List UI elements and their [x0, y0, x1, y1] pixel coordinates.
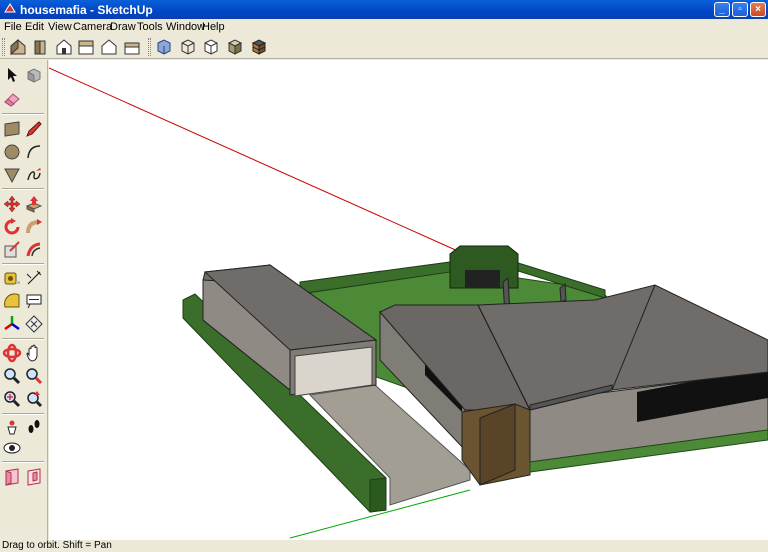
close-button[interactable]: × [750, 2, 766, 17]
make-component-icon[interactable] [24, 65, 44, 85]
previous-view-icon[interactable] [24, 389, 44, 409]
toolbar-separator [2, 113, 44, 115]
offset-icon[interactable] [24, 240, 44, 260]
right-view-icon[interactable] [76, 37, 96, 57]
minimize-button[interactable]: _ [714, 2, 730, 17]
left-view-icon[interactable] [122, 37, 142, 57]
front-view-icon[interactable] [54, 37, 74, 57]
zoom-extents-icon[interactable] [2, 389, 22, 409]
section-display-icon[interactable] [24, 467, 44, 487]
hidden-line-style-icon[interactable] [201, 37, 221, 57]
push-pull-icon[interactable] [24, 194, 44, 214]
hedge-end [369, 477, 387, 513]
pan-icon[interactable] [24, 343, 44, 363]
polygon-icon[interactable] [2, 165, 22, 185]
arc-icon[interactable] [24, 142, 44, 162]
tape-measure-icon[interactable] [2, 268, 22, 288]
eraser-icon[interactable] [2, 89, 22, 109]
sketchup-app-icon [4, 3, 16, 13]
xray-style-icon[interactable] [154, 37, 174, 57]
text-icon[interactable] [24, 291, 44, 311]
shaded-style-icon[interactable] [225, 37, 245, 57]
red-axis [49, 67, 461, 253]
move-icon[interactable] [2, 194, 22, 214]
iso-view-icon[interactable] [8, 37, 28, 57]
protractor-icon[interactable] [2, 291, 22, 311]
menu-view[interactable]: View [48, 21, 72, 33]
model-viewport[interactable] [49, 60, 768, 540]
views-toolbar [0, 35, 768, 59]
back-view-icon[interactable] [99, 37, 119, 57]
menu-help[interactable]: Help [202, 21, 225, 33]
pencil-icon[interactable] [24, 119, 44, 139]
zoom-icon[interactable] [2, 366, 22, 386]
shaded-textures-style-icon[interactable] [249, 37, 269, 57]
menu-camera[interactable]: Camera [73, 21, 112, 33]
toolbar-separator [2, 461, 44, 463]
menu-draw[interactable]: Draw [110, 21, 136, 33]
zoom-window-icon[interactable] [24, 366, 44, 386]
circle-icon[interactable] [2, 142, 22, 162]
rectangle-icon[interactable] [2, 119, 22, 139]
select-icon[interactable] [2, 65, 22, 85]
menu-edit[interactable]: Edit [25, 21, 44, 33]
walk-icon[interactable] [24, 417, 44, 437]
model-scene[interactable] [49, 60, 768, 540]
window-title: housemafia - SketchUp [20, 3, 153, 17]
status-bar: Drag to orbit. Shift = Pan [0, 540, 768, 552]
menu-tools[interactable]: Tools [137, 21, 163, 33]
rotate-icon[interactable] [2, 217, 22, 237]
menu-window[interactable]: Window [166, 21, 205, 33]
toolbar-separator [2, 338, 44, 340]
toolbar-grip[interactable] [2, 38, 5, 56]
3d-text-icon[interactable] [24, 314, 44, 334]
tools-toolbar [0, 60, 48, 540]
follow-me-icon[interactable] [24, 217, 44, 237]
status-text: Drag to orbit. Shift = Pan [2, 540, 112, 551]
axes-icon[interactable] [2, 314, 22, 334]
top-view-icon[interactable] [30, 37, 50, 57]
title-bar: housemafia - SketchUp _ ▫ × [0, 0, 768, 19]
gazebo-opening [465, 270, 500, 288]
dimension-icon[interactable] [24, 268, 44, 288]
orbit-icon[interactable] [2, 343, 22, 363]
freehand-icon[interactable] [24, 165, 44, 185]
look-around-icon[interactable] [2, 438, 22, 458]
toolbar-grip[interactable] [148, 38, 151, 56]
toolbar-separator [2, 263, 44, 265]
section-plane-icon[interactable] [2, 467, 22, 487]
toolbar-separator [2, 413, 44, 415]
menu-file[interactable]: File [4, 21, 22, 33]
wireframe-style-icon[interactable] [178, 37, 198, 57]
maximize-button[interactable]: ▫ [732, 2, 748, 17]
lamp-post [559, 283, 567, 303]
position-camera-icon[interactable] [2, 417, 22, 437]
scale-icon[interactable] [2, 240, 22, 260]
toolbar-separator [2, 188, 44, 190]
menu-bar: File Edit View Camera Draw Tools Window … [0, 19, 768, 35]
